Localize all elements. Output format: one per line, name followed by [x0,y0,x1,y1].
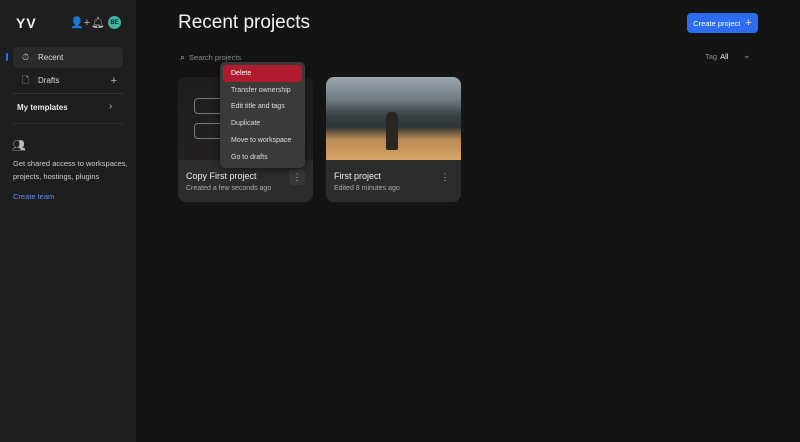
divider [13,123,123,124]
page-title: Recent projects [178,12,311,33]
tag-label: Tag [705,52,718,61]
team-icon: 👥︎ [12,140,26,152]
add-draft-button[interactable]: + [111,75,117,87]
bell-icon[interactable]: 🔔︎ [91,16,105,29]
sidebar-item-label: Recent [38,53,64,62]
more-options-button[interactable]: ⋮ [437,169,453,185]
sidebar-item-recent[interactable]: ⏱︎ Recent [13,47,123,68]
tag-filter[interactable]: Tag All [705,52,728,61]
project-card[interactable]: First project Edited 8 minutes ago ⋮ [326,77,461,202]
avatar[interactable]: BE [108,16,121,29]
project-thumbnail [326,77,461,160]
project-context-menu: Delete Transfer ownership Edit title and… [220,62,305,168]
sidebar-item-label: Drafts [38,76,60,85]
more-options-button[interactable]: ⋮ [289,169,305,185]
project-title: Copy First project [186,171,257,181]
hiker-figure [386,112,398,150]
menu-item-duplicate[interactable]: Duplicate [223,115,302,132]
my-templates[interactable]: My templates [17,103,68,112]
create-project-label: Create project [693,18,741,28]
chevron-down-icon[interactable]: ⌄ [743,50,751,61]
stopwatch-icon: ⏱︎ [21,52,30,62]
search-placeholder: Search projects [189,53,242,62]
sidebar: YV 👤+ 🔔︎ BE ⏱︎ Recent 🗋 Drafts + My temp… [0,0,136,442]
project-title: First project [334,171,382,181]
tag-value: All [720,52,729,61]
plus-icon: + [745,17,752,29]
sidebar-item-drafts[interactable]: 🗋 Drafts + [13,70,123,91]
file-icon: 🗋 [21,74,30,85]
menu-item-delete[interactable]: Delete [223,65,302,82]
add-user-icon[interactable]: 👤+ [70,16,90,29]
create-team-link[interactable]: Create team [13,192,54,201]
menu-item-move-to-workspace[interactable]: Move to workspace [223,132,302,149]
create-project-button[interactable]: Create project + [687,13,758,33]
project-subtitle: Edited 8 minutes ago [334,185,400,192]
search-icon: ⌕ [180,52,186,62]
chevron-right-icon[interactable]: › [109,101,112,112]
menu-item-go-to-drafts[interactable]: Go to drafts [223,149,302,166]
active-indicator [6,53,8,61]
logo[interactable]: YV [16,15,37,31]
divider [13,93,123,94]
project-subtitle: Created a few seconds ago [186,185,272,192]
team-description: Get shared access to workspaces, project… [13,159,128,181]
menu-item-edit-title[interactable]: Edit title and tags [223,99,302,116]
menu-item-transfer-ownership[interactable]: Transfer ownership [223,82,302,99]
